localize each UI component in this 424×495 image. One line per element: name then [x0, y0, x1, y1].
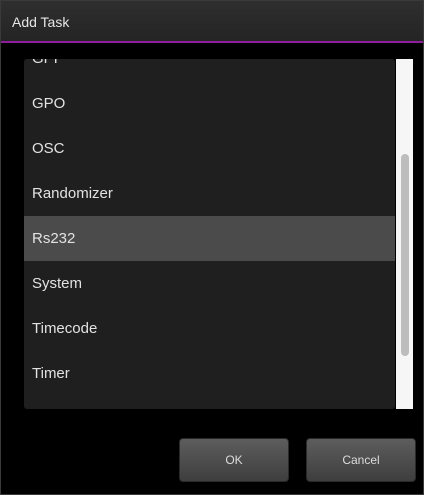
ok-button[interactable]: OK — [179, 438, 289, 482]
list-item-timecode[interactable]: Timecode — [24, 306, 395, 351]
list-item-system[interactable]: System — [24, 261, 395, 306]
title-bar: Add Task — [1, 1, 423, 43]
list-item-timer[interactable]: Timer — [24, 351, 395, 396]
cancel-button[interactable]: Cancel — [306, 438, 416, 482]
dialog-title: Add Task — [12, 14, 70, 30]
task-list-viewport[interactable]: GPI GPO OSC Randomizer Rs232 System Time… — [24, 59, 395, 409]
list-item-osc[interactable]: OSC — [24, 126, 395, 171]
list-item-gpi[interactable]: GPI — [24, 59, 395, 81]
list-item-gpo[interactable]: GPO — [24, 81, 395, 126]
task-list-items: GPI GPO OSC Randomizer Rs232 System Time… — [24, 59, 395, 396]
list-scrollbar[interactable] — [396, 59, 413, 409]
scrollbar-thumb[interactable] — [401, 154, 409, 356]
list-item-randomizer[interactable]: Randomizer — [24, 171, 395, 216]
add-task-dialog: Add Task GPI GPO OSC Randomizer Rs232 Sy… — [0, 0, 424, 495]
list-item-rs232[interactable]: Rs232 — [24, 216, 395, 261]
task-list[interactable]: GPI GPO OSC Randomizer Rs232 System Time… — [24, 59, 395, 409]
